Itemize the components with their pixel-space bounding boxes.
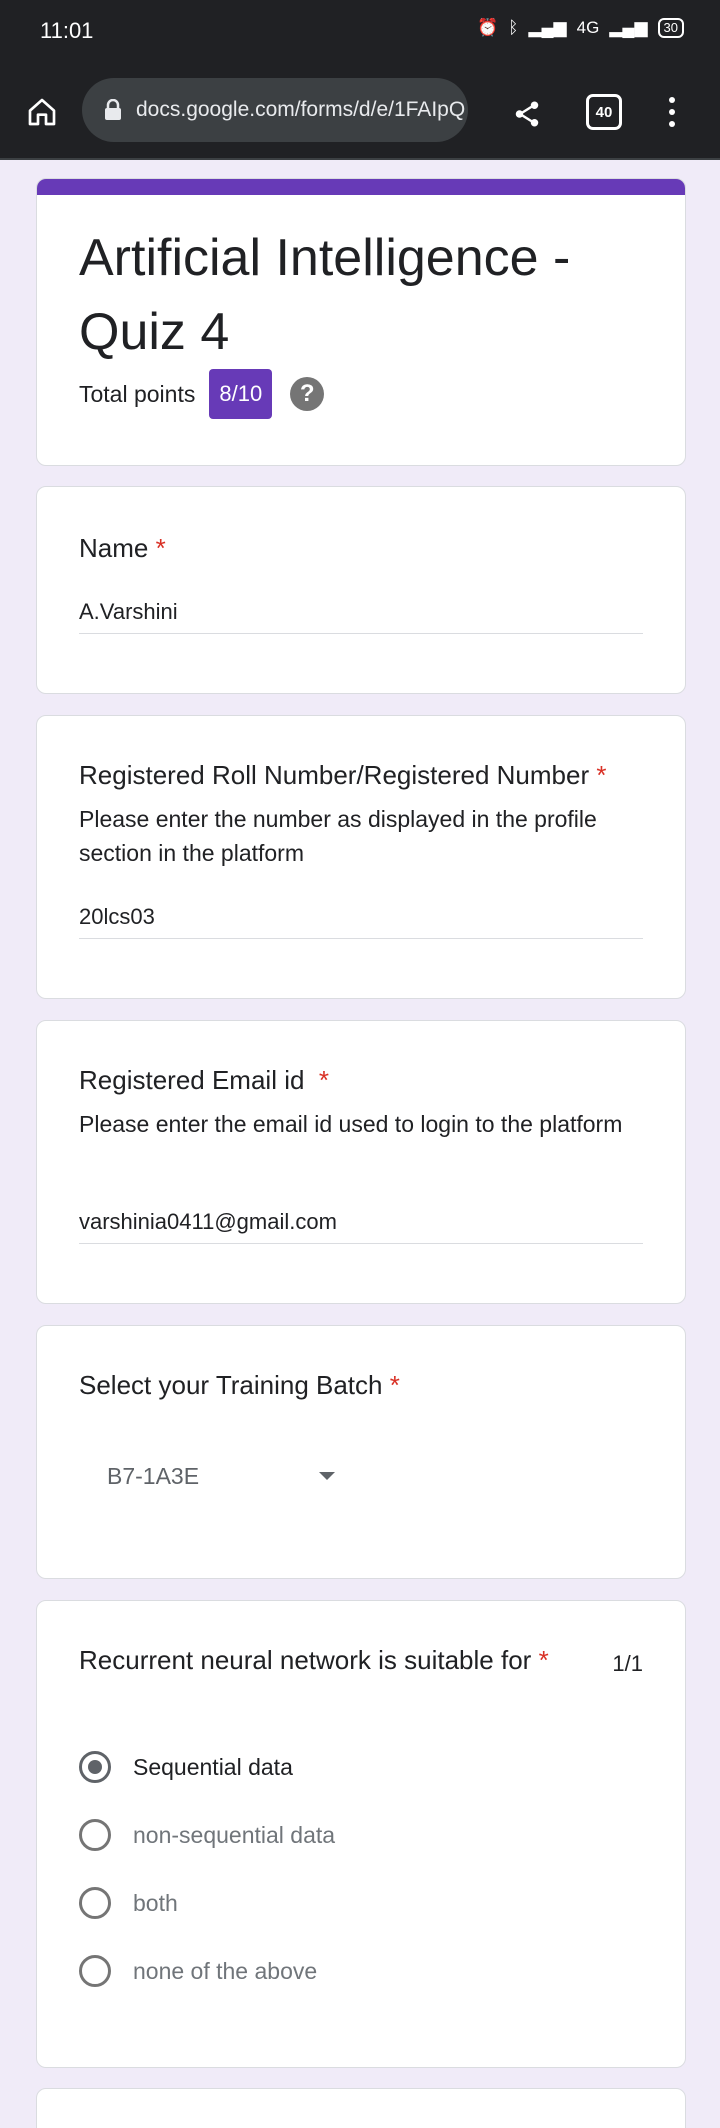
menu-dot-icon <box>669 97 675 103</box>
radio-option[interactable]: none of the above <box>79 1951 317 1991</box>
question-card-next <box>36 2088 686 2128</box>
tab-switcher-button[interactable]: 40 <box>586 94 622 130</box>
question-card-email: Registered Email id * Please enter the e… <box>36 1020 686 1304</box>
option-label: Sequential data <box>133 1753 293 1780</box>
dropdown-selected-value: B7-1A3E <box>107 1462 200 1489</box>
network-type-label: 4G <box>576 18 600 37</box>
question-title: Recurrent neural network is suitable for… <box>79 1645 549 1676</box>
url-text: docs.google.com/forms/d/e/1FAIpQ <box>136 98 466 121</box>
radio-unchecked-icon[interactable] <box>79 1887 111 1919</box>
question-title: Name * <box>79 533 166 564</box>
address-bar[interactable]: docs.google.com/forms/d/e/1FAIpQ <box>82 78 468 142</box>
points-badge: 8/10 <box>209 369 273 419</box>
radio-unchecked-icon[interactable] <box>79 1819 111 1851</box>
question-card-rnn: Recurrent neural network is suitable for… <box>36 1600 686 2068</box>
question-card-roll-number: Registered Roll Number/Registered Number… <box>36 715 686 999</box>
radio-checked-icon[interactable] <box>79 1751 111 1783</box>
share-button[interactable] <box>505 92 549 136</box>
radio-option[interactable]: Sequential data <box>79 1747 293 1787</box>
overflow-menu-button[interactable] <box>660 90 684 134</box>
signal-icon-2: ▂▄▆ <box>609 18 648 37</box>
email-answer: varshinia0411@gmail.com <box>79 1209 643 1244</box>
points-label: Total points <box>79 380 196 407</box>
question-title: Select your Training Batch * <box>79 1370 400 1401</box>
browser-toolbar: docs.google.com/forms/d/e/1FAIpQ 40 <box>0 62 720 160</box>
question-title: Registered Roll Number/Registered Number… <box>79 760 606 791</box>
accent-bar <box>37 179 685 195</box>
form-title: Artificial Intelligence - Quiz 4 <box>79 229 571 361</box>
total-points-row: Total points 8/10 ? <box>79 369 325 419</box>
question-score: 1/1 <box>612 1651 643 1676</box>
roll-number-answer: 20lcs03 <box>79 904 643 939</box>
option-label: both <box>133 1889 178 1916</box>
required-asterisk: * <box>596 760 607 790</box>
form-header-card: Artificial Intelligence - Quiz 4 Total p… <box>36 178 686 466</box>
status-bar: 11:01 ⏰ ᛒ ▂▄▆ 4G ▂▄▆ 30 <box>0 0 720 62</box>
question-card-name: Name * A.Varshini <box>36 486 686 694</box>
status-time: 11:01 <box>40 18 94 43</box>
question-title-text: Select your Training Batch <box>79 1370 383 1400</box>
question-title: Registered Email id * <box>79 1065 329 1096</box>
home-button[interactable] <box>20 90 64 134</box>
question-title-text: Registered Roll Number/Registered Number <box>79 760 590 790</box>
question-description: Please enter the email id used to login … <box>79 1111 623 1137</box>
required-asterisk: * <box>318 1065 330 1095</box>
required-asterisk: * <box>538 1645 549 1675</box>
required-asterisk: * <box>389 1370 400 1400</box>
menu-dot-icon <box>669 121 675 127</box>
radio-unchecked-icon[interactable] <box>79 1955 111 1987</box>
option-label: none of the above <box>133 1957 318 1984</box>
menu-dot-icon <box>669 109 675 115</box>
question-title-text: Registered Email id <box>79 1065 305 1095</box>
name-answer: A.Varshini <box>79 599 643 634</box>
radio-option[interactable]: both <box>79 1883 178 1923</box>
alarm-icon: ⏰ <box>477 18 499 37</box>
required-asterisk: * <box>155 533 166 563</box>
share-icon <box>515 101 539 127</box>
training-batch-dropdown[interactable]: B7-1A3E <box>79 1446 359 1506</box>
signal-icon: ▂▄▆ <box>528 18 567 37</box>
bluetooth-icon: ᛒ <box>508 18 519 37</box>
question-card-training-batch: Select your Training Batch * B7-1A3E <box>36 1325 686 1579</box>
home-icon <box>28 98 56 126</box>
question-title-text: Name <box>79 533 149 563</box>
radio-option[interactable]: non-sequential data <box>79 1815 335 1855</box>
status-icons: ⏰ ᛒ ▂▄▆ 4G ▂▄▆ 30 <box>477 18 684 38</box>
option-label: non-sequential data <box>133 1821 336 1848</box>
question-title-text: Recurrent neural network is suitable for <box>79 1645 532 1675</box>
help-icon[interactable]: ? <box>290 377 325 411</box>
dropdown-arrow-icon <box>319 1472 335 1480</box>
battery-icon: 30 <box>657 18 684 38</box>
lock-icon <box>105 99 121 120</box>
question-description: Please enter the number as displayed in … <box>79 806 597 866</box>
